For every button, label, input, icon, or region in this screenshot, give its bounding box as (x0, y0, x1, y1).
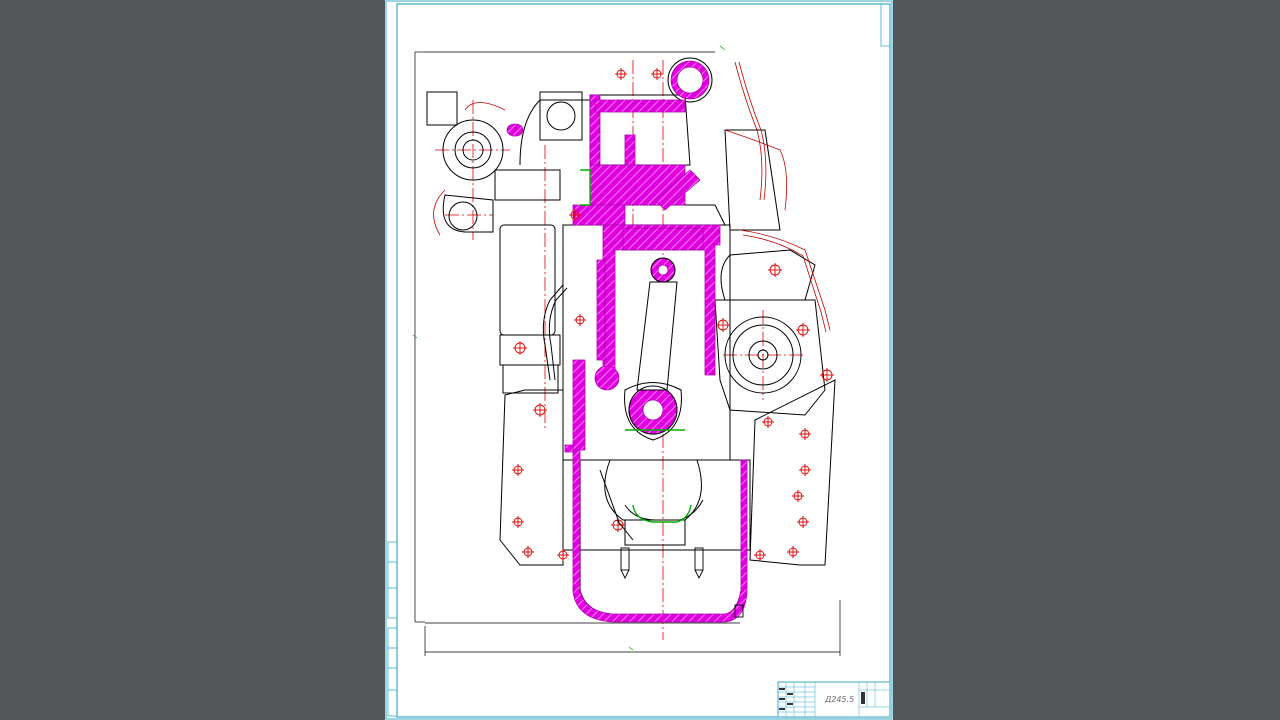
title-block: Д245.5 (777, 681, 891, 718)
crankshaft (604, 459, 702, 546)
sectioned-parts (506, 60, 748, 623)
pan-studs (620, 547, 744, 618)
drawing-sheet: Д245.5 (385, 0, 893, 720)
engine-cross-section-drawing: Д245.5 (385, 0, 893, 720)
drawing-designation: Д245.5 (824, 695, 854, 704)
extension-ticks (412, 45, 726, 651)
side-stamp (387, 541, 398, 717)
